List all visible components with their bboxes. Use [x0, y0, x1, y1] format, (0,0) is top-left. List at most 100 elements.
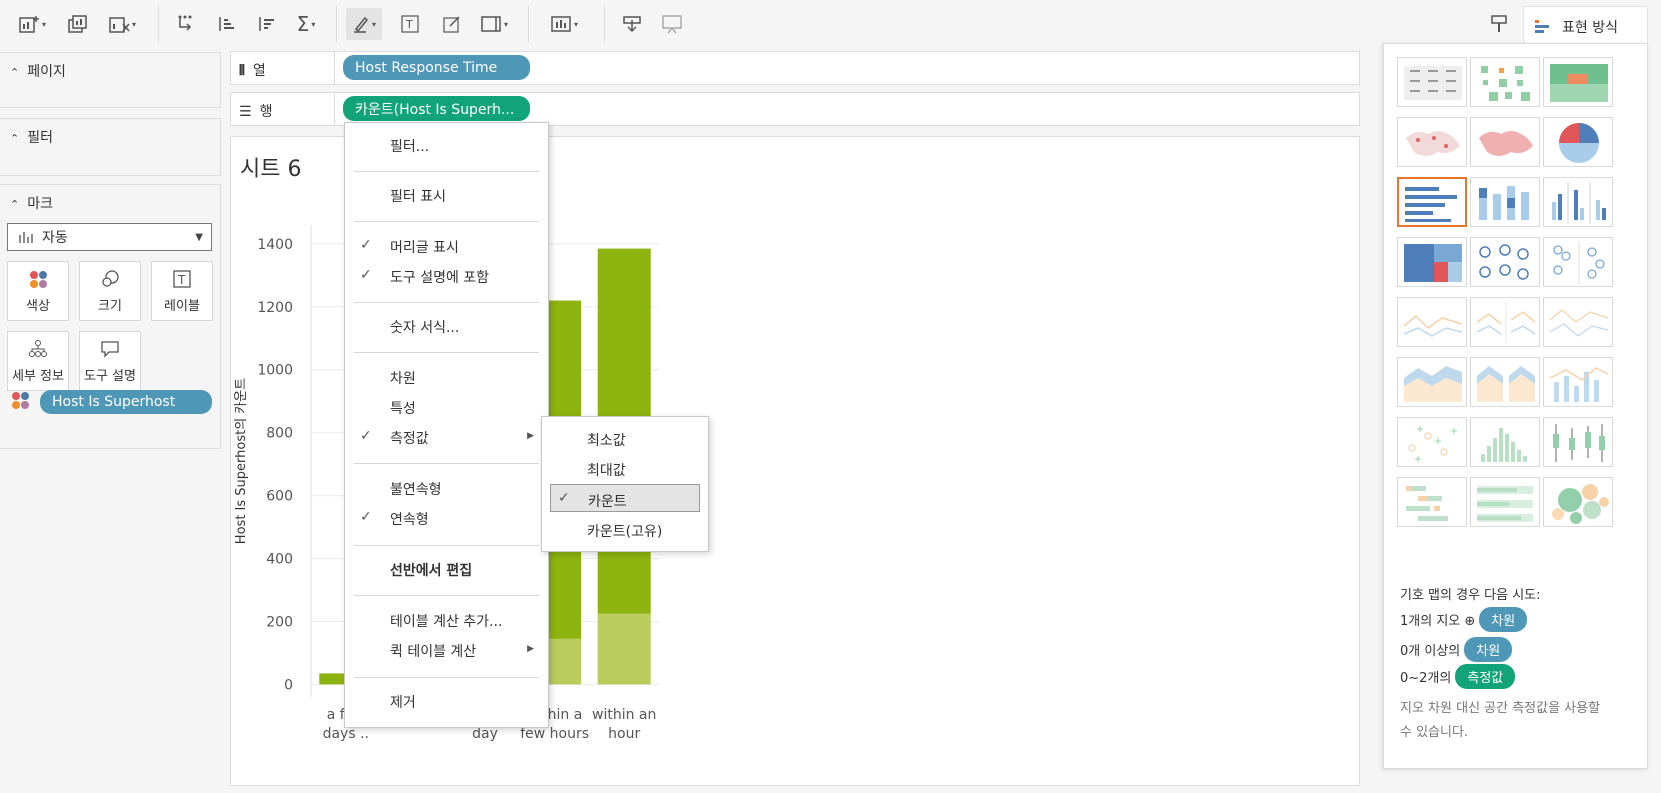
new-worksheet-icon[interactable]: ▾	[14, 8, 50, 40]
chart-type-bullet-graph[interactable]	[1470, 477, 1540, 527]
text-table-icon	[1404, 66, 1462, 100]
side-by-side-bars-icon	[1552, 182, 1606, 224]
totals-icon[interactable]: Σ ▾	[288, 8, 324, 40]
label-button[interactable]: T 레이블	[151, 261, 213, 321]
menu-item-show-filter[interactable]: 필터 표시	[345, 182, 548, 208]
show-labels-icon[interactable]: ▾	[546, 8, 582, 40]
chart-type-area-discrete[interactable]	[1470, 357, 1540, 407]
collapse-caret-icon[interactable]: ⌃	[10, 66, 19, 79]
y-tick-label: 600	[266, 489, 293, 505]
bullet-graph-icon	[1477, 486, 1533, 522]
annotate-icon[interactable]	[434, 8, 470, 40]
color-icon	[12, 392, 29, 409]
collapse-caret-icon[interactable]: ⌃	[10, 132, 19, 145]
y-tick-label: 800	[266, 426, 293, 442]
menu-item-filter[interactable]: 필터...	[345, 132, 548, 158]
fit-icon[interactable]: ▾	[476, 8, 512, 40]
chart-type-lines-continuous[interactable]	[1397, 297, 1467, 347]
chart-type-circle-views[interactable]	[1470, 237, 1540, 287]
chart-type-heat-map[interactable]	[1470, 57, 1540, 107]
menu-item-dimension[interactable]: 차원	[345, 364, 548, 390]
chart-type-pie-chart[interactable]	[1543, 117, 1613, 167]
show-me-tab[interactable]: 표현 방식	[1523, 6, 1648, 46]
swap-icon[interactable]	[168, 8, 204, 40]
rows-pill[interactable]: 카운트(Host Is Superh...	[343, 96, 530, 121]
color-button[interactable]: 색상	[7, 261, 69, 321]
chart-type-histogram[interactable]	[1470, 417, 1540, 467]
chart-type-horizontal-bars[interactable]	[1397, 177, 1467, 227]
pages-title: 페이지	[27, 64, 66, 80]
duplicate-sheet-icon[interactable]	[60, 8, 96, 40]
menu-item-measure[interactable]: ✓ 측정값 ▶	[345, 424, 548, 450]
chart-type-highlight-table[interactable]	[1543, 57, 1613, 107]
chart-type-area-continuous[interactable]	[1397, 357, 1467, 407]
x-tick-label: within an	[592, 707, 656, 723]
hint-note-2: 수 있습니다.	[1400, 725, 1469, 740]
filled-map-icon	[1479, 131, 1533, 156]
color-icon	[30, 270, 47, 288]
chevron-down-icon: ▼	[195, 232, 203, 243]
label-icon: T	[173, 269, 191, 288]
collapse-caret-icon[interactable]: ⌃	[10, 198, 19, 211]
packed-bubbles-icon	[1552, 484, 1609, 524]
detail-button[interactable]: 세부 정보	[7, 331, 69, 391]
chart-type-dual-combination[interactable]	[1543, 357, 1613, 407]
chart-type-side-by-side-bars[interactable]	[1543, 177, 1613, 227]
chart-type-scatter-plot[interactable]	[1397, 417, 1467, 467]
filters-card: ⌃ 필터	[0, 118, 221, 176]
side-by-side-circles-icon	[1553, 242, 1605, 284]
chart-type-treemap[interactable]	[1397, 237, 1467, 287]
gantt-chart-icon	[1406, 486, 1448, 521]
bar-mark-icon	[19, 232, 33, 243]
columns-pill[interactable]: Host Response Time	[343, 55, 530, 80]
chart-type-dual-lines[interactable]	[1543, 297, 1613, 347]
mark-type-dropdown[interactable]: 자동 ▼	[7, 223, 212, 251]
tooltip-button[interactable]: 도구 설명	[79, 331, 141, 391]
size-button[interactable]: 크기	[79, 261, 141, 321]
menu-item-remove[interactable]: 제거	[345, 688, 548, 714]
chart-type-lines-discrete[interactable]	[1470, 297, 1540, 347]
clear-sheet-icon[interactable]: ▾	[104, 8, 140, 40]
chart-type-text-table[interactable]	[1397, 57, 1467, 107]
lines-continuous-icon	[1403, 314, 1463, 337]
color-pill[interactable]: Host Is Superhost	[40, 390, 212, 414]
menu-item-add-table-calc[interactable]: 테이블 계산 추가...	[345, 607, 548, 633]
menu-item-edit-in-shelf[interactable]: 선반에서 편집	[345, 556, 548, 582]
hint-title: 기호 맵의 경우 다음 시도:	[1400, 588, 1541, 603]
menu-item-attribute[interactable]: 특성	[345, 394, 548, 420]
menu-item-quick-table-calc[interactable]: 퀵 테이블 계산 ▶	[345, 637, 548, 663]
submenu-item-min[interactable]: 최소값	[542, 424, 708, 452]
submenu-item-count-distinct[interactable]: 카운트(고유)	[542, 515, 708, 543]
y-tick-label: 1200	[257, 300, 293, 316]
submenu-item-max[interactable]: 최대값	[542, 454, 708, 482]
y-axis-title: Host Is Superhost의 카운트	[234, 378, 249, 544]
text-box-icon[interactable]: T	[392, 8, 428, 40]
highlight-icon[interactable]: ▾	[346, 8, 382, 40]
submenu-item-count[interactable]: ✓ 카운트	[550, 484, 700, 512]
chart-type-box-and-whisker[interactable]	[1543, 417, 1613, 467]
symbol-map-icon	[1406, 131, 1460, 156]
download-icon[interactable]	[614, 8, 650, 40]
menu-item-continuous[interactable]: ✓ 연속형	[345, 505, 548, 531]
area-continuous-icon	[1404, 366, 1462, 402]
marks-card: ⌃ 마크 자동 ▼ 색상 크기 T 레이블 세부 정보 도구 설명 Host Is…	[0, 184, 221, 449]
format-painter-icon[interactable]	[1482, 8, 1518, 40]
chart-type-side-by-side-circles[interactable]	[1543, 237, 1613, 287]
rows-icon: ☰	[239, 104, 252, 120]
pie-chart-icon	[1559, 123, 1599, 163]
check-icon: ✓	[360, 237, 372, 253]
menu-item-show-header[interactable]: ✓ 머리글 표시	[345, 233, 548, 259]
chart-type-symbol-map[interactable]	[1397, 117, 1467, 167]
chart-type-filled-map[interactable]	[1470, 117, 1540, 167]
chart-type-gantt-chart[interactable]	[1397, 477, 1467, 527]
sort-ascending-icon[interactable]	[208, 8, 244, 40]
sort-descending-icon[interactable]	[248, 8, 284, 40]
check-icon: ✓	[558, 490, 570, 506]
y-tick-label: 200	[266, 614, 293, 630]
menu-item-include-in-tooltip[interactable]: ✓ 도구 설명에 포함	[345, 263, 548, 289]
chart-type-stacked-bars[interactable]	[1470, 177, 1540, 227]
menu-item-number-format[interactable]: 숫자 서식...	[345, 313, 548, 339]
menu-item-discrete[interactable]: 불연속형	[345, 475, 548, 501]
chart-type-packed-bubbles[interactable]	[1543, 477, 1613, 527]
check-icon: ✓	[360, 428, 372, 444]
